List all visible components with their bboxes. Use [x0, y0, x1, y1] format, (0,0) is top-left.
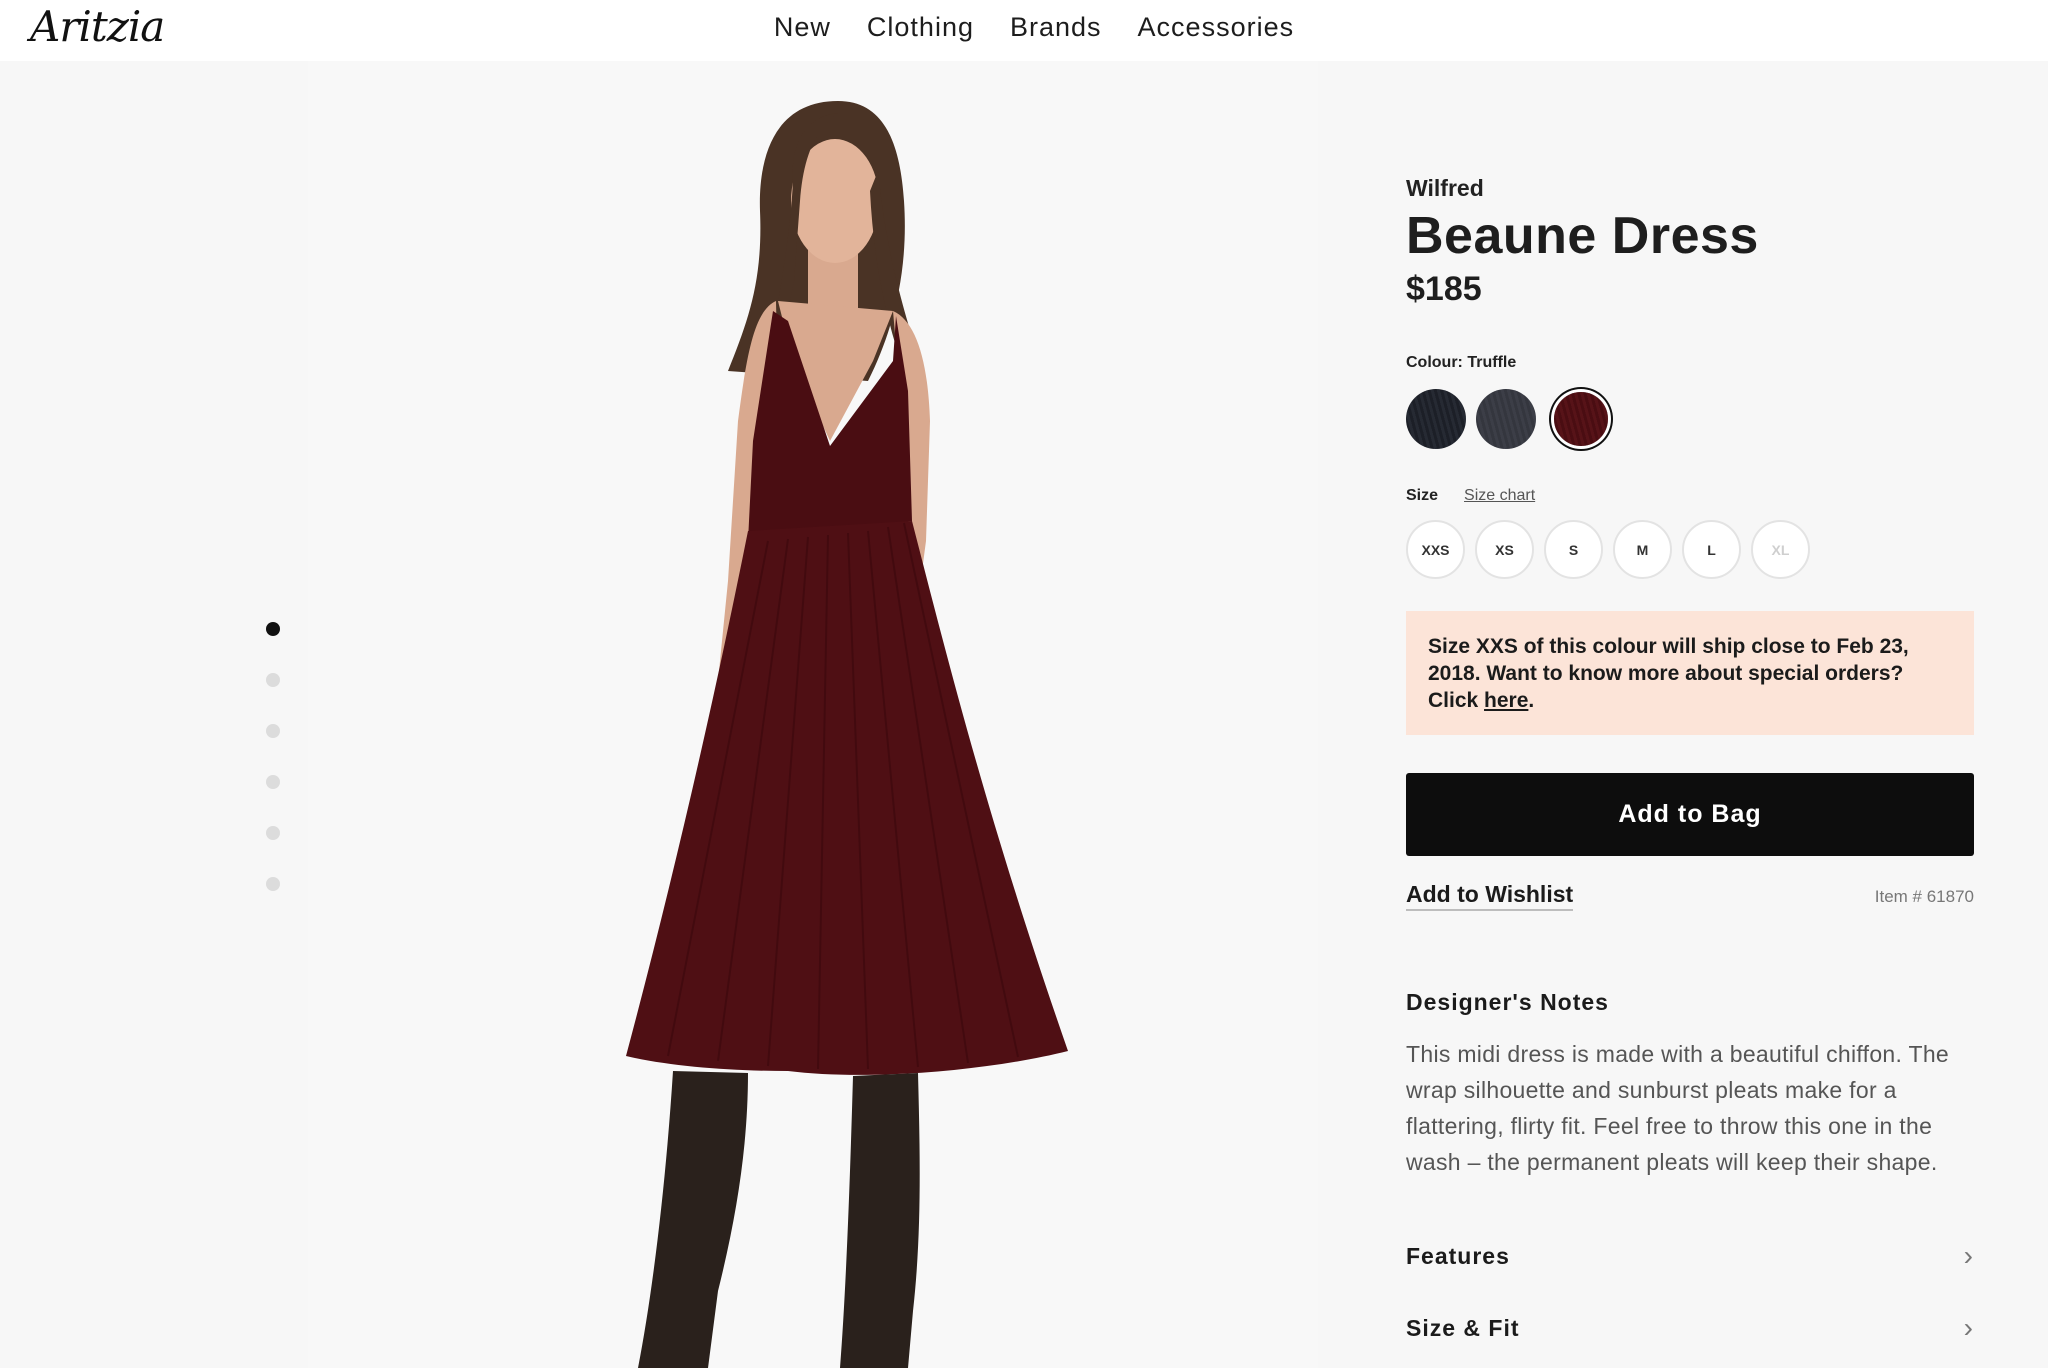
features-accordion[interactable]: Features ›: [1406, 1240, 1974, 1272]
gallery-dot-5[interactable]: [266, 826, 280, 840]
size-xl-button[interactable]: XL: [1751, 520, 1810, 579]
size-l-button[interactable]: L: [1682, 520, 1741, 579]
size-xs-button[interactable]: XS: [1475, 520, 1534, 579]
chevron-right-icon: ›: [1963, 1240, 1974, 1271]
swatch-truffle-selected[interactable]: [1554, 392, 1608, 446]
features-label: Features: [1406, 1242, 1510, 1269]
wishlist-row: Add to Wishlist Item # 61870: [1406, 881, 1974, 911]
product-price: $185: [1406, 270, 1482, 308]
swatch-black[interactable]: [1406, 389, 1466, 449]
add-to-wishlist-link[interactable]: Add to Wishlist: [1406, 881, 1574, 911]
size-label: Size: [1406, 487, 1439, 504]
gallery-pagination: [266, 622, 280, 891]
designers-notes-body: This midi dress is made with a beautiful…: [1406, 1041, 1950, 1175]
designers-notes-heading: Designer's Notes: [1406, 989, 1609, 1015]
gallery-dot-4[interactable]: [266, 775, 280, 789]
size-header: Size Size chart: [1406, 487, 1976, 505]
gallery-dot-3[interactable]: [266, 724, 280, 738]
product-details: Wilfred Beaune Dress $185 Colour: Truffl…: [1406, 175, 1976, 1344]
size-fit-accordion[interactable]: Size & Fit ›: [1406, 1312, 1974, 1344]
item-number: Item # 61870: [1874, 887, 1974, 906]
product-image: [308, 61, 1318, 1368]
size-options: XXS XS S M L XL: [1406, 520, 1976, 579]
swatch-charcoal[interactable]: [1476, 389, 1536, 449]
nav-clothing[interactable]: Clothing: [867, 12, 974, 43]
colour-swatches: [1406, 389, 1976, 449]
colour-label: Colour: Truffle: [1406, 354, 1517, 371]
size-s-button[interactable]: S: [1544, 520, 1603, 579]
product-title: Beaune Dress: [1406, 207, 1759, 265]
nav-brands[interactable]: Brands: [1010, 12, 1102, 43]
size-m-button[interactable]: M: [1613, 520, 1672, 579]
size-xxs-button[interactable]: XXS: [1406, 520, 1465, 579]
gallery-dot-2[interactable]: [266, 673, 280, 687]
special-order-notice: Size XXS of this colour will ship close …: [1406, 611, 1974, 735]
chevron-right-icon: ›: [1963, 1312, 1974, 1343]
gallery-dot-1[interactable]: [266, 622, 280, 636]
add-to-bag-button[interactable]: Add to Bag: [1406, 773, 1974, 856]
main-nav: New Clothing Brands Accessories: [0, 12, 2048, 43]
nav-new[interactable]: New: [774, 12, 831, 43]
model-illustration: [626, 101, 1068, 1368]
notice-end: .: [1528, 689, 1535, 712]
site-header: Aritzia New Clothing Brands Accessories: [0, 0, 2048, 61]
product-brand[interactable]: Wilfred: [1406, 175, 1976, 202]
size-fit-label: Size & Fit: [1406, 1314, 1520, 1341]
size-chart-link[interactable]: Size chart: [1464, 487, 1535, 505]
nav-accessories[interactable]: Accessories: [1138, 12, 1295, 43]
notice-here-link[interactable]: here: [1484, 689, 1528, 712]
gallery-dot-6[interactable]: [266, 877, 280, 891]
